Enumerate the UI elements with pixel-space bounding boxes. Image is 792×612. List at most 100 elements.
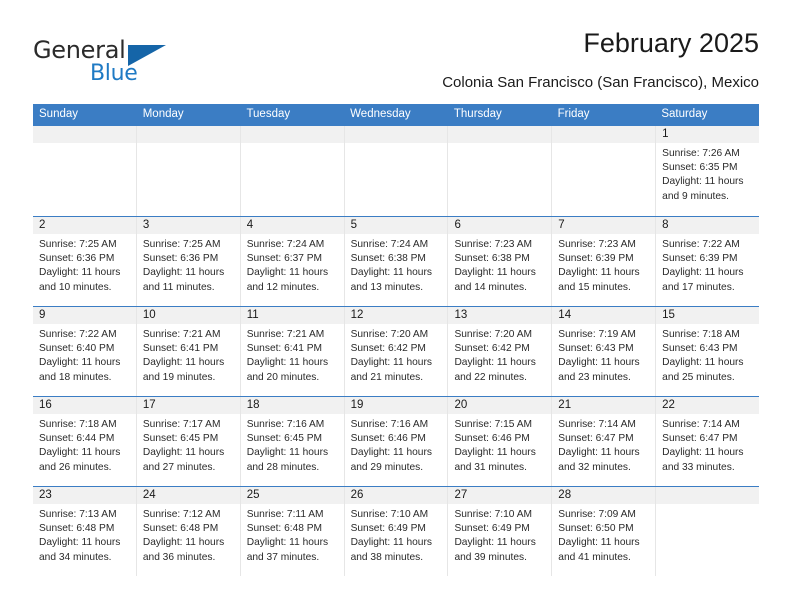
sunrise-text: Sunrise: 7:13 AM (39, 509, 117, 520)
calendar-day-cell[interactable]: 10 Sunrise: 7:21 AM Sunset: 6:41 PM Dayligh… (136, 307, 241, 396)
sunrise-text: Sunrise: 7:22 AM (662, 239, 740, 250)
daylight-text-line2: and 20 minutes. (246, 371, 320, 383)
day-details: Sunrise: 7:21 AM Sunset: 6:41 PM Daylight:… (137, 324, 240, 385)
daylight-text-line1: Daylight: 11 hours (142, 357, 225, 369)
general-blue-logo[interactable]: General Blue (33, 36, 253, 94)
day-details: Sunrise: 7:13 AM Sunset: 6:48 PM Daylight:… (33, 504, 136, 565)
sunset-text: Sunset: 6:37 PM (246, 253, 323, 265)
calendar-week-row: 9 Sunrise: 7:22 AM Sunset: 6:40 PM Daylight… (33, 306, 760, 396)
calendar-day-cell[interactable]: 2 Sunrise: 7:25 AM Sunset: 6:36 PM Daylight… (33, 217, 137, 306)
daylight-text-line1: Daylight: 11 hours (558, 537, 640, 549)
sunrise-text: Sunrise: 7:10 AM (350, 509, 429, 520)
daylight-text-line2: and 41 minutes. (558, 551, 631, 563)
day-details: Sunrise: 7:23 AM Sunset: 6:39 PM Daylight:… (552, 234, 655, 295)
calendar-day-cell[interactable]: 22 Sunrise: 7:14 AM Sunset: 6:47 PM Dayligh… (656, 397, 760, 486)
calendar-day-cell[interactable]: 25 Sunrise: 7:11 AM Sunset: 6:48 PM Dayligh… (240, 487, 345, 576)
sunset-text: Sunset: 6:39 PM (558, 253, 634, 265)
sunset-text: Sunset: 6:36 PM (142, 253, 219, 265)
day-number: 14 (552, 307, 656, 324)
calendar-day-cell[interactable]: 16 Sunrise: 7:18 AM Sunset: 6:44 PM Dayligh… (33, 397, 137, 486)
calendar-day-cell[interactable]: 15 Sunrise: 7:18 AM Sunset: 6:43 PM Dayligh… (656, 307, 760, 396)
daylight-text-line1: Daylight: 11 hours (39, 447, 121, 459)
sunset-text: Sunset: 6:45 PM (142, 433, 219, 445)
calendar-day-cell[interactable]: 8 Sunrise: 7:22 AM Sunset: 6:39 PM Daylight… (656, 217, 760, 306)
logo-text-general: General (33, 36, 126, 64)
day-number: 26 (344, 487, 448, 504)
sunrise-text: Sunrise: 7:25 AM (142, 239, 221, 250)
day-number (552, 126, 656, 143)
calendar-day-cell[interactable]: 1 Sunrise: 7:26 AM Sunset: 6:35 PM Daylight… (656, 126, 760, 216)
dow-friday: Friday (557, 108, 590, 120)
daylight-text-line1: Daylight: 11 hours (662, 267, 744, 279)
calendar-day-cell[interactable]: 19 Sunrise: 7:16 AM Sunset: 6:46 PM Dayligh… (344, 397, 449, 486)
sunrise-text: Sunrise: 7:26 AM (662, 148, 740, 159)
daylight-text-line2: and 12 minutes. (246, 281, 320, 293)
daylight-text-line1: Daylight: 11 hours (39, 537, 121, 549)
calendar-day-cell[interactable]: 11 Sunrise: 7:21 AM Sunset: 6:41 PM Dayligh… (240, 307, 345, 396)
sunrise-text: Sunrise: 7:20 AM (350, 329, 429, 340)
daylight-text-line1: Daylight: 11 hours (39, 267, 121, 279)
day-details: Sunrise: 7:14 AM Sunset: 6:47 PM Daylight:… (552, 414, 655, 475)
calendar-day-cell[interactable]: 18 Sunrise: 7:16 AM Sunset: 6:45 PM Dayligh… (240, 397, 345, 486)
calendar-day-cell[interactable]: 26 Sunrise: 7:10 AM Sunset: 6:49 PM Dayligh… (344, 487, 449, 576)
day-number: 1 (656, 126, 760, 143)
calendar-day-cell[interactable]: 12 Sunrise: 7:20 AM Sunset: 6:42 PM Dayligh… (344, 307, 449, 396)
daylight-text-line1: Daylight: 11 hours (142, 537, 225, 549)
daylight-text-line2: and 23 minutes. (558, 371, 631, 383)
sunrise-text: Sunrise: 7:17 AM (142, 419, 221, 430)
day-number: 3 (136, 217, 240, 234)
day-details: Sunrise: 7:18 AM Sunset: 6:44 PM Daylight:… (33, 414, 136, 475)
calendar-day-cell[interactable]: 14 Sunrise: 7:19 AM Sunset: 6:43 PM Dayligh… (552, 307, 657, 396)
daylight-text-line2: and 19 minutes. (142, 371, 216, 383)
day-details: Sunrise: 7:09 AM Sunset: 6:50 PM Daylight:… (552, 504, 655, 565)
calendar-week-row: 23 Sunrise: 7:13 AM Sunset: 6:48 PM Dayligh… (33, 486, 760, 576)
day-details: Sunrise: 7:25 AM Sunset: 6:36 PM Daylight:… (137, 234, 240, 295)
calendar-day-cell[interactable]: 23 Sunrise: 7:13 AM Sunset: 6:48 PM Dayligh… (33, 487, 137, 576)
calendar-day-cell[interactable]: 17 Sunrise: 7:17 AM Sunset: 6:45 PM Dayligh… (136, 397, 241, 486)
calendar-day-cell[interactable]: 7 Sunrise: 7:23 AM Sunset: 6:39 PM Daylight… (552, 217, 657, 306)
calendar-day-cell[interactable]: 5 Sunrise: 7:24 AM Sunset: 6:38 PM Daylight… (344, 217, 449, 306)
calendar-day-cell[interactable]: 9 Sunrise: 7:22 AM Sunset: 6:40 PM Daylight… (33, 307, 137, 396)
day-number: 21 (552, 397, 656, 414)
sunrise-text: Sunrise: 7:14 AM (662, 419, 740, 430)
day-number: 7 (552, 217, 656, 234)
day-number: 19 (344, 397, 448, 414)
day-number: 4 (240, 217, 344, 234)
calendar-day-cell-empty (552, 126, 657, 216)
calendar-day-cell[interactable]: 13 Sunrise: 7:20 AM Sunset: 6:42 PM Dayligh… (448, 307, 553, 396)
sunrise-text: Sunrise: 7:19 AM (558, 329, 636, 340)
calendar-day-cell-empty (448, 126, 553, 216)
sunset-text: Sunset: 6:40 PM (39, 343, 115, 355)
calendar-day-cell[interactable]: 4 Sunrise: 7:24 AM Sunset: 6:37 PM Daylight… (240, 217, 345, 306)
calendar-day-cell[interactable]: 27 Sunrise: 7:10 AM Sunset: 6:49 PM Dayligh… (448, 487, 553, 576)
sunrise-text: Sunrise: 7:18 AM (39, 419, 117, 430)
page-title: February 2025 (583, 28, 759, 58)
day-details: Sunrise: 7:17 AM Sunset: 6:45 PM Daylight:… (137, 414, 240, 475)
calendar-day-cell[interactable]: 24 Sunrise: 7:12 AM Sunset: 6:48 PM Dayligh… (136, 487, 241, 576)
calendar-day-cell[interactable]: 20 Sunrise: 7:15 AM Sunset: 6:46 PM Dayligh… (448, 397, 553, 486)
sunrise-text: Sunrise: 7:09 AM (558, 509, 636, 520)
dow-wednesday: Wednesday (350, 108, 411, 120)
calendar-day-cell[interactable]: 6 Sunrise: 7:23 AM Sunset: 6:38 PM Daylight… (448, 217, 553, 306)
calendar-weeks: 1 Sunrise: 7:26 AM Sunset: 6:35 PM Daylight… (33, 126, 760, 576)
day-details: Sunrise: 7:10 AM Sunset: 6:49 PM Daylight:… (448, 504, 551, 565)
sunset-text: Sunset: 6:48 PM (246, 523, 323, 535)
calendar-day-cell[interactable]: 28 Sunrise: 7:09 AM Sunset: 6:50 PM Dayligh… (552, 487, 657, 576)
day-details: Sunrise: 7:21 AM Sunset: 6:41 PM Daylight:… (241, 324, 344, 385)
sunrise-text: Sunrise: 7:11 AM (246, 509, 324, 520)
day-details: Sunrise: 7:24 AM Sunset: 6:38 PM Daylight:… (345, 234, 448, 295)
calendar-day-cell[interactable]: 3 Sunrise: 7:25 AM Sunset: 6:36 PM Daylight… (136, 217, 241, 306)
daylight-text-line1: Daylight: 11 hours (454, 267, 536, 279)
calendar-day-cell[interactable]: 21 Sunrise: 7:14 AM Sunset: 6:47 PM Dayligh… (552, 397, 657, 486)
day-number: 23 (33, 487, 136, 504)
day-number: 16 (33, 397, 136, 414)
sunset-text: Sunset: 6:48 PM (142, 523, 219, 535)
sunset-text: Sunset: 6:47 PM (558, 433, 634, 445)
day-number: 27 (448, 487, 552, 504)
day-number: 11 (240, 307, 344, 324)
dow-monday: Monday (142, 108, 184, 120)
day-number (240, 126, 344, 143)
daylight-text-line2: and 22 minutes. (454, 371, 527, 383)
sunset-text: Sunset: 6:38 PM (454, 253, 530, 265)
sunset-text: Sunset: 6:41 PM (142, 343, 219, 355)
